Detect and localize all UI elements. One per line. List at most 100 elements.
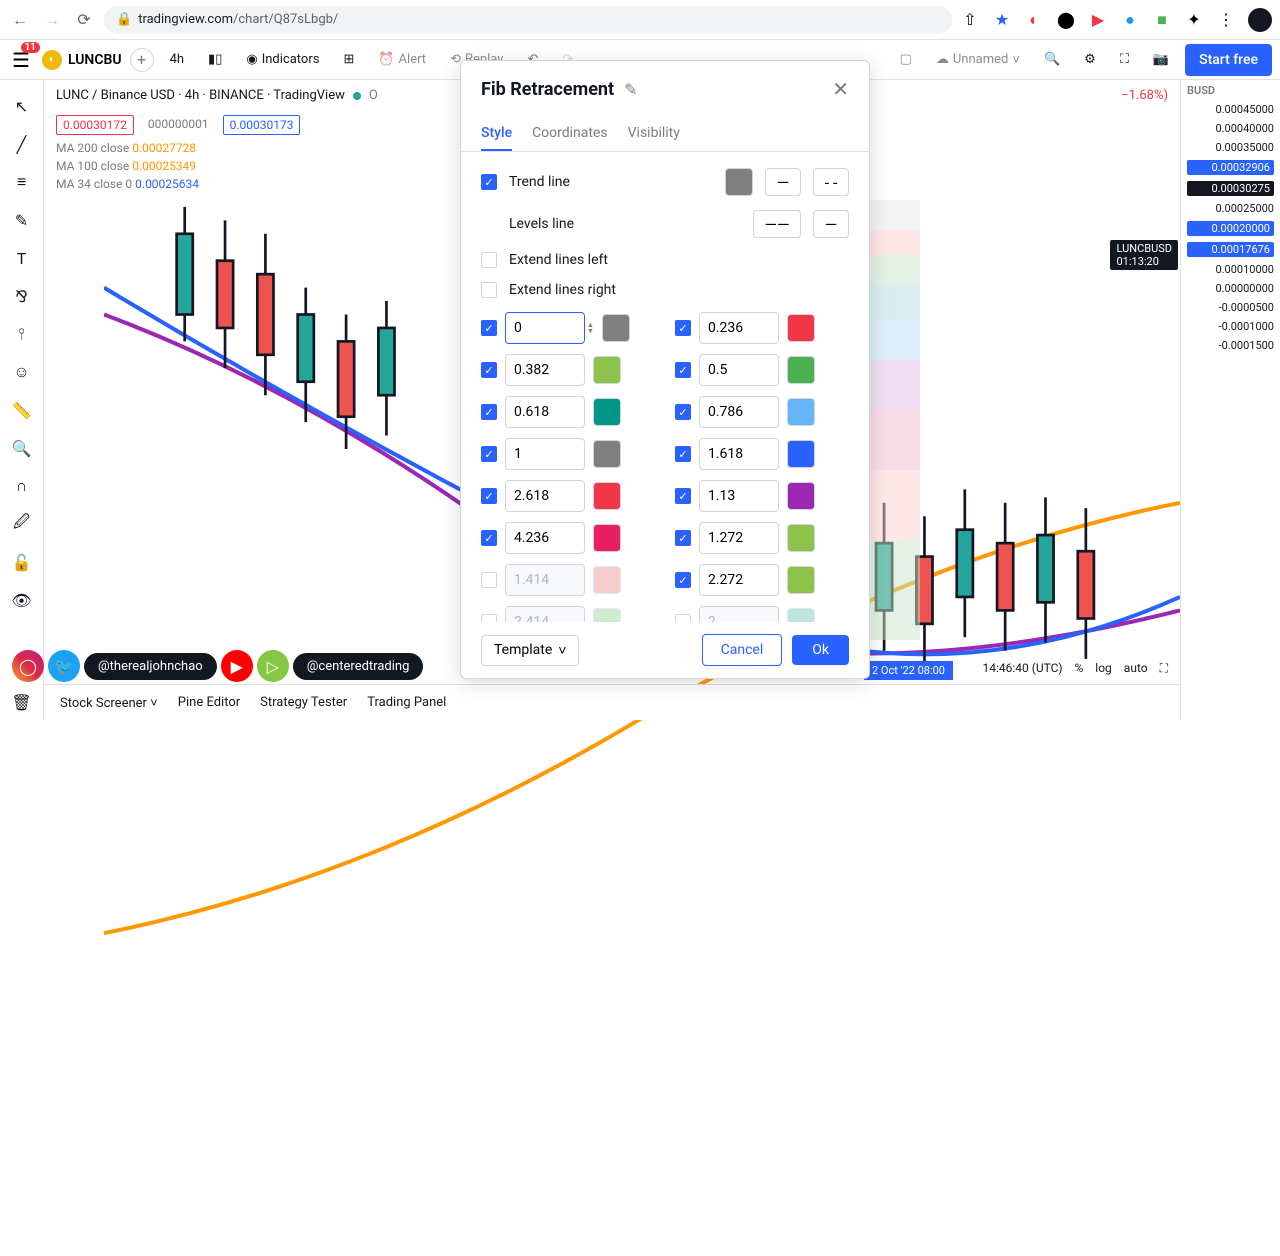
trend-dash-style[interactable]: - - xyxy=(813,168,849,196)
search-icon[interactable]: 🔍 xyxy=(1036,48,1068,71)
extend-right-checkbox[interactable] xyxy=(481,282,497,298)
ext3-icon[interactable]: ▶ xyxy=(1088,10,1108,30)
level-color[interactable] xyxy=(593,482,621,510)
level-input[interactable] xyxy=(505,438,585,470)
level-input[interactable] xyxy=(699,480,779,512)
rumble-icon[interactable]: ▷ xyxy=(257,650,289,682)
tab-pine-editor[interactable]: Pine Editor xyxy=(178,695,240,710)
trend-line-checkbox[interactable]: ✓ xyxy=(481,174,497,190)
alert-button[interactable]: ⏰ Alert xyxy=(370,48,434,71)
ext2-icon[interactable]: ⬤ xyxy=(1056,10,1076,30)
trend-color[interactable] xyxy=(725,168,753,196)
level-input[interactable] xyxy=(505,522,585,554)
level-checkbox[interactable]: ✓ xyxy=(481,530,497,546)
log-toggle[interactable]: log xyxy=(1095,661,1112,675)
level-color[interactable] xyxy=(593,566,621,594)
instagram-icon[interactable]: ◯ xyxy=(12,650,44,682)
brush-tool-icon[interactable]: ✎ xyxy=(4,202,40,238)
level-checkbox[interactable]: ✓ xyxy=(675,404,691,420)
layout-icon[interactable]: ▢ xyxy=(892,48,920,71)
share-icon[interactable]: ⇧ xyxy=(960,10,980,30)
interval-button[interactable]: 4h xyxy=(162,48,192,71)
level-color[interactable] xyxy=(787,482,815,510)
trash-tool-icon[interactable]: 🗑 xyxy=(4,684,40,720)
tab-stock-screener[interactable]: Stock Screener ˅ xyxy=(60,695,158,711)
magnet-tool-icon[interactable]: ∩ xyxy=(4,468,40,504)
ext4-icon[interactable]: ● xyxy=(1120,10,1140,30)
percent-toggle[interactable]: % xyxy=(1075,661,1084,675)
level-input[interactable] xyxy=(505,354,585,386)
extend-left-checkbox[interactable] xyxy=(481,252,497,268)
indicators-button[interactable]: ◉ Indicators xyxy=(238,48,327,71)
ok-button[interactable]: Ok xyxy=(792,635,849,665)
level-color[interactable] xyxy=(787,356,815,384)
add-symbol-button[interactable]: + xyxy=(130,48,154,72)
candles-icon[interactable]: ▮▯ xyxy=(200,48,230,71)
youtube-icon[interactable]: ▶ xyxy=(221,650,253,682)
level-checkbox[interactable]: ✓ xyxy=(675,362,691,378)
level-input[interactable] xyxy=(505,312,585,344)
emoji-tool-icon[interactable]: ☺ xyxy=(4,354,40,390)
fullscreen-chart-icon[interactable]: ⛶ xyxy=(1160,661,1168,676)
fullscreen-icon[interactable]: ⛶ xyxy=(1112,48,1137,71)
layout-name[interactable]: ☁ Unnamed ˅ xyxy=(928,48,1028,72)
level-color[interactable] xyxy=(593,440,621,468)
level-checkbox[interactable]: ✓ xyxy=(481,446,497,462)
tab-strategy-tester[interactable]: Strategy Tester xyxy=(260,695,347,710)
template-button[interactable]: Template ˅ xyxy=(481,635,579,666)
symbol-button[interactable]: ◐ LUNCBU xyxy=(42,50,122,70)
level-input[interactable] xyxy=(699,606,779,622)
level-input[interactable] xyxy=(699,312,779,344)
hamburger-icon[interactable]: ☰11 xyxy=(8,44,34,76)
tab-trading-panel[interactable]: Trading Panel xyxy=(367,695,446,710)
trendline-tool-icon[interactable]: ╱ xyxy=(4,126,40,162)
levels-line-style[interactable]: ―― xyxy=(753,210,801,238)
level-input[interactable] xyxy=(699,396,779,428)
ext1-icon[interactable]: ◐ xyxy=(1024,10,1044,30)
templates-icon[interactable]: ⊞ xyxy=(335,48,362,71)
edit-icon[interactable]: ✎ xyxy=(624,80,637,99)
level-color[interactable] xyxy=(593,524,621,552)
reload-icon[interactable]: ⟳ xyxy=(72,8,96,32)
level-input[interactable] xyxy=(505,396,585,428)
level-color[interactable] xyxy=(787,440,815,468)
zoom-tool-icon[interactable]: 🔍 xyxy=(4,430,40,466)
level-checkbox[interactable]: ✓ xyxy=(675,446,691,462)
price-scale[interactable]: BUSD 0.00045000 0.00040000 0.00035000 0.… xyxy=(1180,80,1280,720)
level-checkbox[interactable]: ✓ xyxy=(675,530,691,546)
settings-icon[interactable]: ⚙ xyxy=(1076,48,1104,71)
stepper-icon[interactable]: ▲▼ xyxy=(587,322,594,334)
level-input[interactable] xyxy=(699,522,779,554)
fib-tool-icon[interactable]: ≡ xyxy=(4,164,40,200)
level-checkbox[interactable]: ✓ xyxy=(675,572,691,588)
start-free-button[interactable]: Start free xyxy=(1185,44,1272,76)
forward-icon[interactable]: → xyxy=(40,8,64,32)
level-checkbox[interactable]: ✓ xyxy=(675,488,691,504)
level-checkbox[interactable]: ✓ xyxy=(481,320,497,336)
camera-icon[interactable]: 📷 xyxy=(1145,48,1177,71)
lock-tool-icon[interactable]: 🖉 xyxy=(4,506,40,542)
url-bar[interactable]: 🔒 tradingview.com/chart/Q87sLbgb/ xyxy=(104,6,952,34)
level-input[interactable] xyxy=(699,354,779,386)
level-color[interactable] xyxy=(593,608,621,622)
ext5-icon[interactable]: ■ xyxy=(1152,10,1172,30)
tab-style[interactable]: Style xyxy=(481,117,512,151)
level-color[interactable] xyxy=(593,356,621,384)
level-input[interactable] xyxy=(699,564,779,596)
menu-icon[interactable]: ⋮ xyxy=(1216,10,1236,30)
cancel-button[interactable]: Cancel xyxy=(702,634,783,666)
level-color[interactable] xyxy=(787,566,815,594)
level-color[interactable] xyxy=(593,398,621,426)
level-checkbox[interactable]: ✓ xyxy=(481,362,497,378)
auto-toggle[interactable]: auto xyxy=(1124,661,1148,675)
puzzle-icon[interactable]: ✦ xyxy=(1184,10,1204,30)
level-color[interactable] xyxy=(602,314,630,342)
levels-solid-style[interactable]: ― xyxy=(813,210,849,238)
level-color[interactable] xyxy=(787,524,815,552)
level-checkbox[interactable] xyxy=(675,614,691,622)
unlock-tool-icon[interactable]: 🔓 xyxy=(4,544,40,580)
level-checkbox[interactable] xyxy=(481,572,497,588)
tab-coordinates[interactable]: Coordinates xyxy=(532,117,608,151)
pattern-tool-icon[interactable]: ⅋ xyxy=(4,278,40,314)
level-checkbox[interactable]: ✓ xyxy=(481,404,497,420)
